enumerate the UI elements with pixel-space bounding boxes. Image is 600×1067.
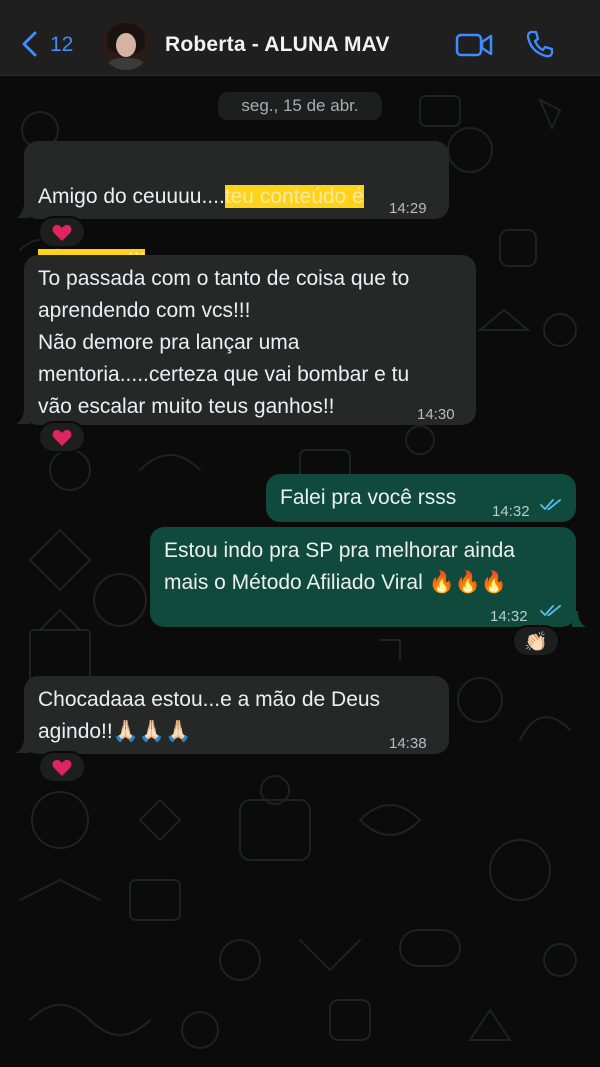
message-text: To passada com o tanto de coisa que to a…: [38, 267, 410, 418]
date-separator: seg., 15 de abr.: [218, 92, 382, 120]
video-camera-icon[interactable]: [455, 32, 493, 58]
message-text-highlight: teu conteúdo é: [224, 185, 364, 208]
message-bubble-outgoing[interactable]: Estou indo pra SP pra melhorar ainda mai…: [150, 527, 576, 627]
message-text: Estou indo pra SP pra melhorar ainda mai…: [164, 539, 515, 594]
message-text-plain: Amigo do ceuuuu....: [38, 185, 225, 208]
message-text: Chocadaaa estou...e a mão de Deus agindo…: [38, 688, 381, 743]
bubble-tail: [16, 737, 30, 753]
bubble-tail: [16, 202, 30, 218]
message-time-text: 14:32: [492, 503, 530, 520]
reaction-badge[interactable]: [38, 216, 86, 248]
message-time: 14:30: [417, 406, 455, 423]
chat-header: 12 Roberta - ALUNA MAV: [0, 0, 600, 76]
message-time: 14:29: [389, 200, 427, 217]
message-time: 14:32: [492, 496, 530, 528]
message-time: 14:38: [389, 735, 427, 752]
avatar[interactable]: [101, 20, 151, 70]
avatar-shirt: [107, 58, 145, 70]
clapping-hands-icon: 👏🏻: [524, 632, 548, 653]
message-bubble-incoming[interactable]: Amigo do ceuuuu....teu conteúdo é ouro p…: [24, 141, 449, 272]
reaction-badge[interactable]: [38, 751, 86, 783]
double-check-icon: [540, 499, 561, 510]
reaction-badge[interactable]: 👏🏻: [512, 625, 560, 657]
double-check-icon: [540, 605, 561, 616]
avatar-face: [116, 33, 136, 57]
contact-name[interactable]: Roberta - ALUNA MAV: [165, 33, 390, 57]
heart-icon: [52, 224, 72, 241]
message-bubble-outgoing[interactable]: Falei pra você rsss 14:32: [266, 474, 576, 522]
bubble-tail: [572, 611, 586, 627]
message-bubble-incoming[interactable]: To passada com o tanto de coisa que to a…: [24, 255, 476, 425]
chevron-left-icon[interactable]: [18, 30, 42, 58]
bubble-tail: [16, 408, 30, 424]
message-text: Falei pra você rsss: [280, 486, 457, 509]
heart-icon: [52, 429, 72, 446]
heart-icon: [52, 759, 72, 776]
message-bubble-incoming[interactable]: Chocadaaa estou...e a mão de Deus agindo…: [24, 676, 449, 754]
phone-icon[interactable]: [525, 29, 555, 59]
unread-count[interactable]: 12: [50, 33, 73, 57]
reaction-badge[interactable]: [38, 421, 86, 453]
